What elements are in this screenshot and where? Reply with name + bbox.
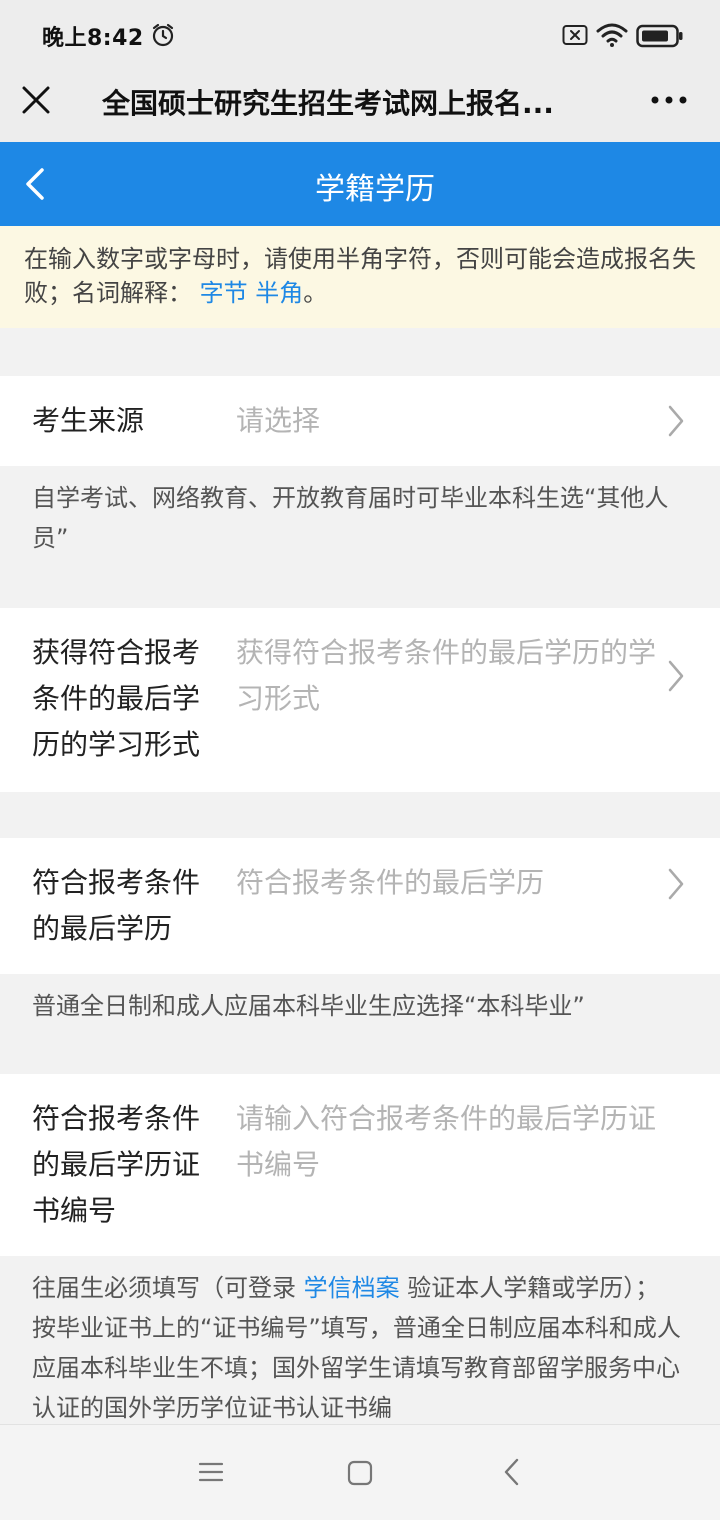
- chevron-right-icon: [668, 405, 684, 437]
- certificate-number-row: 符合报考条件的最后学历证书编号 请输入符合报考条件的最后学历证书编号: [0, 1074, 720, 1256]
- field-label: 符合报考条件的最后学历证书编号: [32, 1102, 201, 1227]
- close-icon[interactable]: [18, 82, 54, 118]
- nav-header: 学籍学历: [0, 142, 720, 226]
- chevron-right-icon: [668, 660, 684, 692]
- system-nav-bar: [0, 1424, 720, 1520]
- nav-back-icon[interactable]: [500, 1457, 524, 1487]
- study-form-select[interactable]: 获得符合报考条件的最后学历的学习形式: [236, 630, 656, 722]
- last-degree-row[interactable]: 符合报考条件的最后学历 符合报考条件的最后学历: [0, 838, 720, 974]
- field-label: 符合报考条件的最后学历: [32, 866, 201, 945]
- menu-icon[interactable]: [198, 1459, 224, 1485]
- more-icon[interactable]: [645, 82, 693, 118]
- chsi-archive-link[interactable]: 学信档案: [304, 1274, 400, 1302]
- status-bar: 晚上8:42: [0, 0, 720, 70]
- certificate-number-input[interactable]: 请输入符合报考条件的最后学历证书编号: [236, 1096, 656, 1188]
- byte-link[interactable]: 字节: [200, 279, 248, 307]
- last-degree-hint: 普通全日制和成人应届本科毕业生应选择“本科毕业”: [32, 992, 585, 1020]
- notice-suffix: 。: [303, 279, 328, 307]
- notice-banner: 在输入数字或字母时，请使用半角字符，否则可能会造成报名失败；名词解释： 字节 半…: [0, 226, 720, 328]
- page-title: 全国硕士研究生招生考试网上报名...: [102, 87, 554, 120]
- field-label: 考生来源: [32, 404, 145, 437]
- chevron-right-icon: [668, 868, 684, 900]
- candidate-source-row[interactable]: 考生来源 请选择: [0, 376, 720, 466]
- alarm-icon: [152, 23, 174, 47]
- study-form-row[interactable]: 获得符合报考条件的最后学历的学习形式 获得符合报考条件的最后学历的学习形式: [0, 608, 720, 792]
- battery-icon: [636, 24, 683, 48]
- candidate-source-select[interactable]: 请选择: [236, 398, 656, 444]
- candidate-source-hint: 自学考试、网络教育、开放教育届时可毕业本科生选“其他人员”: [32, 484, 669, 552]
- last-degree-select[interactable]: 符合报考条件的最后学历: [236, 860, 656, 906]
- certificate-number-hint: 往届生必须填写（可登录 学信档案 验证本人学籍或学历）； 按毕业证书上的“证书编…: [0, 1268, 720, 1424]
- halfwidth-link[interactable]: 半角: [255, 279, 303, 307]
- nav-title: 学籍学历: [315, 172, 435, 207]
- status-time: 晚上8:42: [42, 26, 144, 51]
- hint-text: 往届生必须填写（可登录: [32, 1274, 296, 1302]
- home-icon[interactable]: [346, 1459, 374, 1487]
- notice-text: 在输入数字或字母时，请使用半角字符，否则可能会造成报名失败；名词解释：: [24, 245, 696, 307]
- field-label: 获得符合报考条件的最后学历的学习形式: [32, 636, 201, 761]
- title-bar: 全国硕士研究生招生考试网上报名...: [0, 70, 720, 142]
- sim-icon: [562, 25, 588, 45]
- wifi-icon: [596, 23, 628, 47]
